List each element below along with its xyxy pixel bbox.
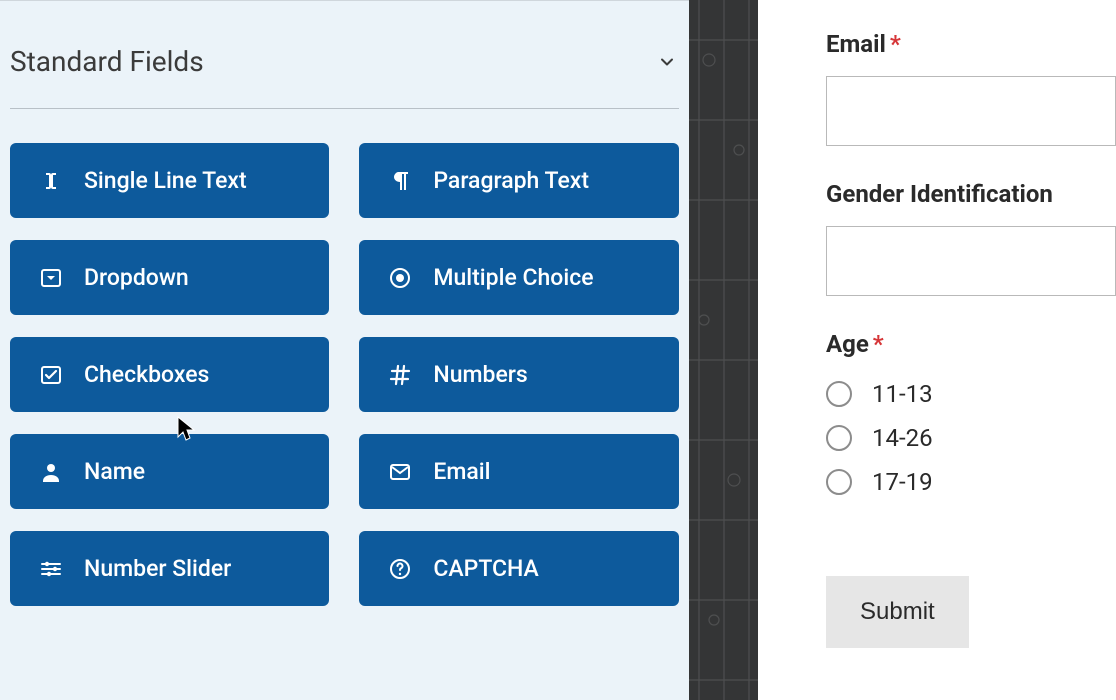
field-label: Checkboxes bbox=[84, 361, 209, 388]
hash-icon bbox=[387, 362, 413, 388]
field-checkboxes[interactable]: Checkboxes bbox=[10, 337, 329, 412]
radio-circle-icon bbox=[826, 425, 852, 451]
radio-circle-icon bbox=[826, 469, 852, 495]
field-label: Paragraph Text bbox=[433, 167, 589, 194]
user-icon bbox=[38, 459, 64, 485]
text-cursor-icon bbox=[38, 168, 64, 194]
email-label-text: Email bbox=[826, 30, 886, 58]
envelope-icon bbox=[387, 459, 413, 485]
field-label: Multiple Choice bbox=[433, 264, 593, 291]
form-row-email: Email* bbox=[826, 30, 1116, 146]
section-header[interactable]: Standard Fields bbox=[10, 1, 679, 109]
age-option[interactable]: 14-26 bbox=[826, 424, 1116, 452]
age-option-label: 14-26 bbox=[872, 424, 933, 452]
field-label: Numbers bbox=[433, 361, 527, 388]
gender-input[interactable] bbox=[826, 226, 1116, 296]
field-paragraph-text[interactable]: Paragraph Text bbox=[359, 143, 678, 218]
field-grid: Single Line Text Paragraph Text Dropdown… bbox=[10, 143, 679, 606]
checkbox-icon bbox=[38, 362, 64, 388]
dropdown-icon bbox=[38, 265, 64, 291]
section-title: Standard Fields bbox=[10, 45, 204, 78]
field-label: Name bbox=[84, 458, 145, 485]
age-option[interactable]: 17-19 bbox=[826, 468, 1116, 496]
field-email[interactable]: Email bbox=[359, 434, 678, 509]
field-single-line-text[interactable]: Single Line Text bbox=[10, 143, 329, 218]
gender-label: Gender Identification bbox=[826, 180, 1116, 208]
age-option-label: 11-13 bbox=[872, 380, 933, 408]
field-label: Dropdown bbox=[84, 264, 189, 291]
field-numbers[interactable]: Numbers bbox=[359, 337, 678, 412]
field-name[interactable]: Name bbox=[10, 434, 329, 509]
age-option-label: 17-19 bbox=[872, 468, 933, 496]
field-label: Email bbox=[433, 458, 490, 485]
radio-circle-icon bbox=[826, 381, 852, 407]
fields-panel: Standard Fields Single Line Text Paragra… bbox=[0, 0, 689, 700]
paragraph-icon bbox=[387, 168, 413, 194]
question-circle-icon bbox=[387, 556, 413, 582]
submit-button[interactable]: Submit bbox=[826, 576, 969, 648]
form-row-gender: Gender Identification bbox=[826, 180, 1116, 296]
age-label: Age* bbox=[826, 330, 1116, 358]
divider-gap bbox=[689, 0, 758, 700]
age-option[interactable]: 11-13 bbox=[826, 380, 1116, 408]
field-captcha[interactable]: CAPTCHA bbox=[359, 531, 678, 606]
email-input[interactable] bbox=[826, 76, 1116, 146]
sliders-icon bbox=[38, 556, 64, 582]
field-label: CAPTCHA bbox=[433, 555, 538, 582]
required-asterisk: * bbox=[873, 330, 884, 358]
age-label-text: Age bbox=[826, 330, 869, 358]
required-asterisk: * bbox=[890, 30, 901, 58]
form-row-age: Age* 11-13 14-26 17-19 bbox=[826, 330, 1116, 496]
radio-icon bbox=[387, 265, 413, 291]
field-multiple-choice[interactable]: Multiple Choice bbox=[359, 240, 678, 315]
age-radio-group: 11-13 14-26 17-19 bbox=[826, 380, 1116, 496]
chevron-down-icon bbox=[655, 50, 679, 74]
field-number-slider[interactable]: Number Slider bbox=[10, 531, 329, 606]
field-dropdown[interactable]: Dropdown bbox=[10, 240, 329, 315]
field-label: Number Slider bbox=[84, 555, 231, 582]
email-label: Email* bbox=[826, 30, 1116, 58]
form-preview: Email* Gender Identification Age* 11-13 … bbox=[758, 0, 1116, 700]
field-label: Single Line Text bbox=[84, 167, 247, 194]
